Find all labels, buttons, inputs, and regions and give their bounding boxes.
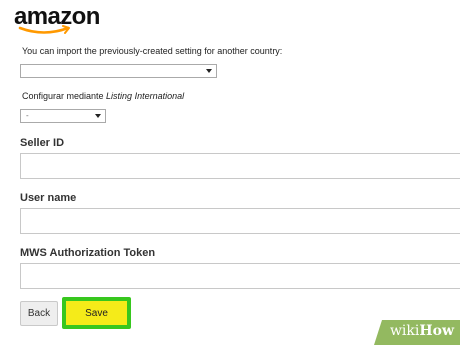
- chevron-down-icon: [206, 69, 212, 73]
- import-setting-label: You can import the previously-created se…: [22, 46, 283, 56]
- wikihow-watermark-text: wikiHow: [390, 323, 454, 339]
- watermark-prefix: wiki: [389, 323, 420, 339]
- configure-label: Configurar mediante Listing Internationa…: [22, 91, 184, 101]
- mws-token-label: MWS Authorization Token: [20, 247, 156, 259]
- amazon-logo: amazon: [14, 4, 100, 36]
- back-button[interactable]: Back: [20, 301, 58, 326]
- seller-id-label: Seller ID: [20, 137, 65, 149]
- mws-token-input[interactable]: [20, 263, 460, 289]
- import-country-select[interactable]: [20, 64, 217, 78]
- save-button[interactable]: Save: [66, 301, 127, 325]
- amazon-smile-icon: [18, 25, 70, 34]
- configure-label-prefix: Configurar mediante: [22, 91, 107, 101]
- configure-select[interactable]: -: [20, 109, 106, 123]
- user-name-label: User name: [20, 192, 77, 204]
- watermark-suffix: How: [419, 323, 454, 339]
- chevron-down-icon: [95, 114, 101, 118]
- wikihow-watermark: wikiHow: [374, 320, 460, 345]
- save-button-highlight: Save: [62, 297, 131, 329]
- user-name-input[interactable]: [20, 208, 460, 234]
- configure-select-value: -: [26, 111, 29, 120]
- configure-label-italic: Listing International: [106, 91, 185, 101]
- seller-id-input[interactable]: [20, 153, 460, 179]
